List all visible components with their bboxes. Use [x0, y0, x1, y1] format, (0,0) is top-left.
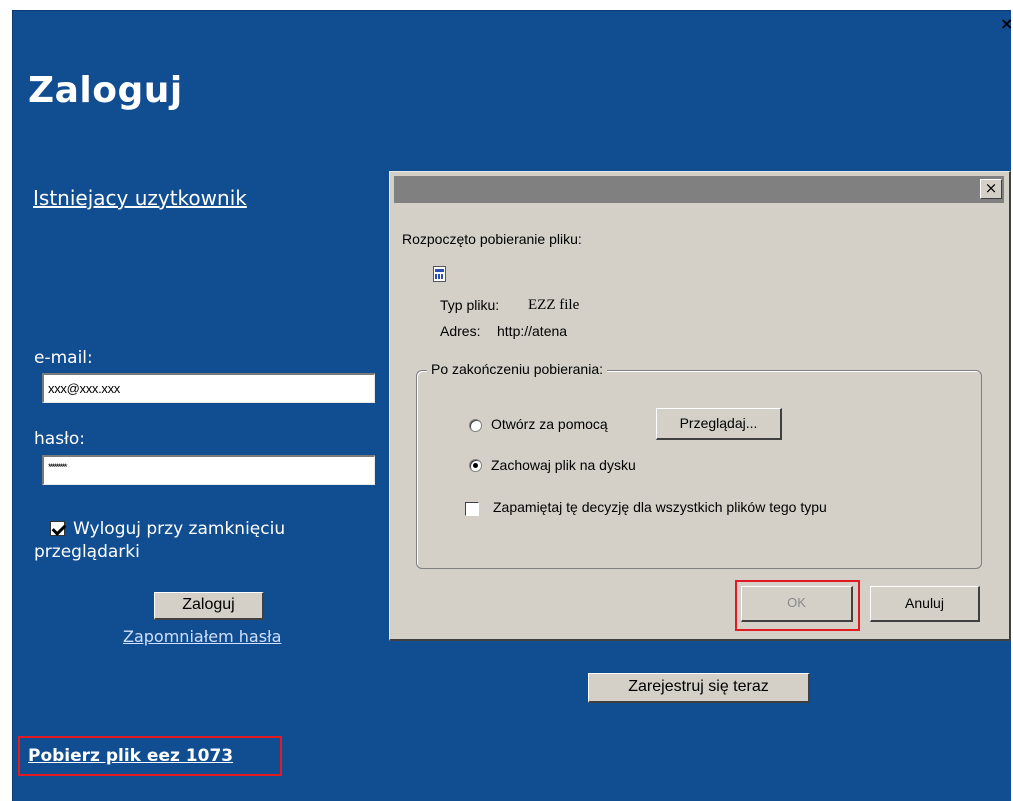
- register-button[interactable]: Zarejestruj się teraz: [588, 673, 810, 703]
- logout-on-close-label-cont: przeglądarki: [34, 542, 140, 562]
- ok-button[interactable]: OK: [741, 586, 853, 622]
- dialog-titlebar[interactable]: ×: [394, 176, 1004, 203]
- dialog-heading: Rozpoczęto pobieranie pliku:: [402, 231, 582, 247]
- remember-decision-checkbox[interactable]: [465, 502, 479, 516]
- after-download-group-label: Po zakończeniu pobierania:: [427, 361, 608, 377]
- download-file-link[interactable]: Pobierz plik eez 1073: [18, 736, 282, 776]
- address-label: Adres:: [440, 323, 481, 339]
- login-button[interactable]: Zaloguj: [154, 592, 264, 620]
- email-label: e-mail:: [34, 348, 93, 368]
- page-close-icon[interactable]: ×: [1000, 16, 1013, 32]
- email-input[interactable]: xxx@xxx.xxx: [42, 373, 375, 403]
- save-to-disk-radio[interactable]: [469, 459, 482, 472]
- save-to-disk-label[interactable]: Zachowaj plik na dysku: [491, 457, 636, 473]
- address-value: http://atena: [497, 323, 568, 339]
- password-input[interactable]: *********: [42, 455, 375, 485]
- cancel-button[interactable]: Anuluj: [870, 586, 980, 622]
- password-label: hasło:: [34, 429, 86, 449]
- document-icon: [433, 266, 446, 282]
- existing-user-link[interactable]: Istniejacy uzytkownik: [33, 186, 247, 210]
- logout-on-close-label: Wyloguj przy zamknięciu: [73, 519, 286, 539]
- open-with-radio[interactable]: [469, 419, 482, 432]
- dialog-close-icon[interactable]: ×: [980, 179, 1002, 199]
- file-type-label: Typ pliku:: [440, 297, 500, 313]
- logout-on-close-checkbox[interactable]: [50, 521, 65, 536]
- file-download-dialog: × Rozpoczęto pobieranie pliku: Typ pliku…: [389, 171, 1011, 641]
- forgot-password-link[interactable]: Zapomniałem hasła: [123, 627, 281, 646]
- page-title: Zaloguj: [28, 70, 183, 111]
- logout-on-close-row[interactable]: Wyloguj przy zamknięciu: [50, 516, 285, 542]
- open-with-label[interactable]: Otwórz za pomocą: [491, 416, 608, 432]
- browse-button[interactable]: Przeglądaj...: [656, 408, 782, 440]
- file-type-value: EZZ file: [528, 297, 580, 313]
- remember-decision-label[interactable]: Zapamiętaj tę decyzję dla wszystkich pli…: [493, 499, 827, 515]
